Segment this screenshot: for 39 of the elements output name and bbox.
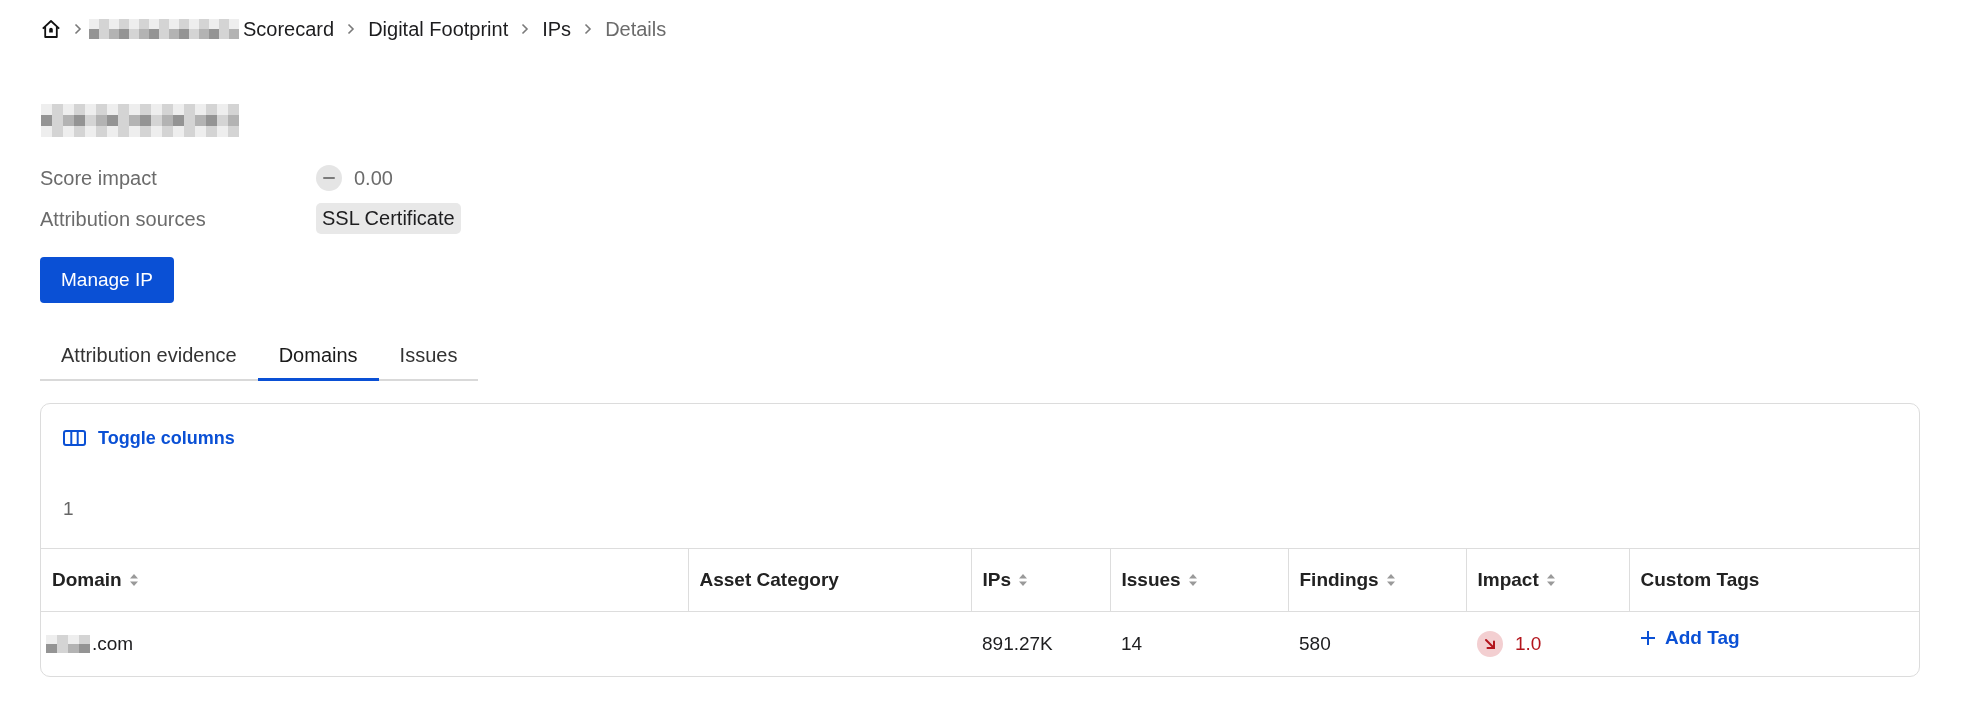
chevron-icon [74,23,82,35]
tab[interactable]: Attribution evidence [40,333,258,381]
table-cell: 580 [1299,632,1331,656]
table-cell: 14 [1121,632,1143,656]
column-header: Custom Tags [1640,568,1760,592]
sort-icon[interactable] [1188,574,1197,586]
domain-text: .com [92,632,134,656]
sort-icon[interactable] [1019,574,1028,586]
chevron-icon [347,23,356,35]
breadcrumb-current: Details [605,17,667,41]
column-header: Domain [52,568,122,592]
column-header: Issues [1121,568,1181,592]
column-header: Findings [1299,568,1379,592]
detail-label: Attribution sources [40,206,207,231]
sort-icon[interactable] [129,574,138,586]
tab[interactable]: Domains [257,333,379,381]
impact-value: 1.0 [1515,632,1542,656]
breadcrumb-link[interactable]: Scorecard [243,17,335,41]
breadcrumb-link[interactable]: Digital Footprint [368,17,509,41]
table-cell: 891.27K [982,632,1053,656]
add-tag-button[interactable]: Add Tag [1640,627,1740,649]
plus-icon [1640,630,1656,646]
home-icon[interactable] [41,19,61,39]
manage-ip-button[interactable]: Manage IP [40,257,174,303]
source-tag: SSL Certificate [316,203,461,234]
column-header: Impact [1477,568,1539,592]
chevron-icon [584,23,593,35]
sort-icon[interactable] [1386,574,1395,586]
column-header: IPs [982,568,1012,592]
chevron-icon [521,23,530,35]
sort-icon[interactable] [1546,574,1555,586]
toggle-columns-button[interactable]: Toggle columns [63,425,235,451]
tab[interactable]: Issues [378,333,479,381]
breadcrumb-link[interactable]: IPs [542,17,572,41]
columns-icon [63,430,86,446]
detail-label: Score impact [40,166,158,190]
result-count: 1 [62,497,74,521]
column-header: Asset Category [699,568,839,592]
score-value: 0.00 [354,166,393,190]
